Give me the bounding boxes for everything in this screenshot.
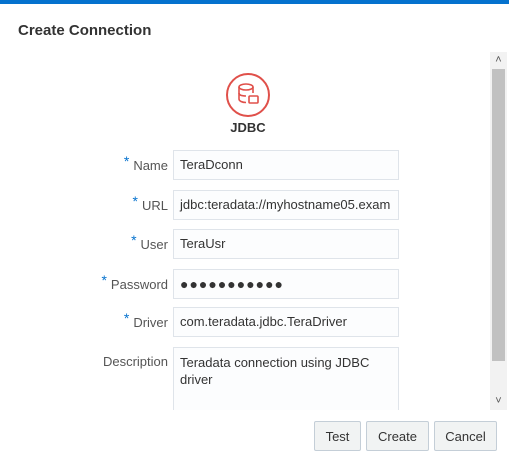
description-label: Description <box>102 354 168 369</box>
driver-field[interactable]: com.teradata.jdbc.TeraDriver <box>173 307 399 337</box>
password-field[interactable]: ●●●●●●●●●●● <box>173 269 399 299</box>
user-label: * User <box>131 232 168 252</box>
connection-type-label: JDBC <box>230 120 266 135</box>
description-field[interactable]: Teradata connection using JDBC driver <box>173 347 399 410</box>
url-label: * URL <box>132 193 168 213</box>
name-field[interactable]: TeraDconn <box>173 150 399 180</box>
top-accent-bar <box>0 0 509 4</box>
password-label: * Password <box>101 272 168 292</box>
url-field[interactable]: jdbc:teradata://myhostname05.exam <box>173 190 399 220</box>
scrollbar[interactable]: ˄ ˅ <box>490 52 507 410</box>
create-button[interactable]: Create <box>366 421 429 451</box>
scroll-up-icon[interactable]: ˄ <box>490 52 507 69</box>
driver-label: * Driver <box>123 310 168 330</box>
scrollbar-thumb[interactable] <box>492 69 505 361</box>
database-icon <box>226 73 270 117</box>
dialog-title: Create Connection <box>18 22 152 39</box>
scroll-down-icon[interactable]: ˅ <box>490 393 507 410</box>
user-field[interactable]: TeraUsr <box>173 229 399 259</box>
cancel-button[interactable]: Cancel <box>434 421 497 451</box>
dialog-content[interactable]: JDBC * Name TeraDconn * URL jdbc:teradata:… <box>0 55 490 410</box>
name-label: * Name <box>123 153 168 173</box>
test-button[interactable]: Test <box>314 421 361 451</box>
